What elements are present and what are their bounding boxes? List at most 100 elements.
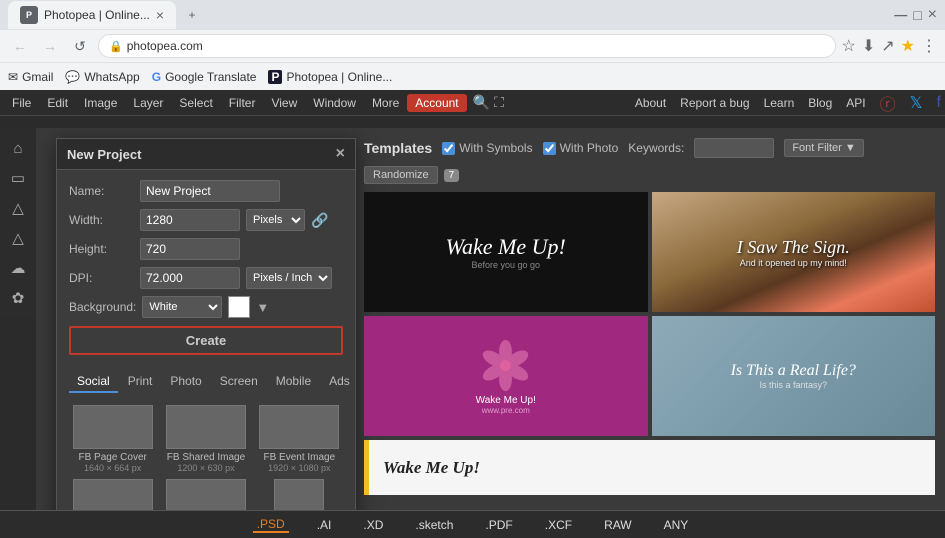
format-ai[interactable]: .AI bbox=[313, 518, 336, 532]
back-btn[interactable]: ← bbox=[8, 34, 32, 58]
tab-social[interactable]: Social bbox=[69, 371, 118, 393]
twitter-icon[interactable]: 𝕏 bbox=[910, 93, 923, 113]
about-link[interactable]: About bbox=[635, 96, 666, 110]
forward-btn[interactable]: → bbox=[38, 34, 62, 58]
tab-photo[interactable]: Photo bbox=[162, 371, 209, 393]
preview-banner[interactable]: Wake Me Up! bbox=[364, 440, 935, 495]
bg-dropdown-icon[interactable]: ▼ bbox=[256, 300, 269, 315]
sidebar-cloud-icon[interactable]: ☁ bbox=[3, 254, 33, 282]
tab-ads[interactable]: Ads bbox=[321, 371, 358, 393]
menu-more[interactable]: More bbox=[364, 94, 407, 112]
tab-close-btn[interactable]: × bbox=[156, 7, 164, 23]
format-any[interactable]: ANY bbox=[660, 518, 693, 532]
with-symbols-checkbox[interactable] bbox=[442, 142, 455, 155]
new-tab-btn[interactable]: + bbox=[180, 3, 204, 27]
bg-select[interactable]: White Black Transparent bbox=[142, 296, 222, 318]
preset-fb-event-image[interactable]: FB Event Image 1920 × 1080 px bbox=[256, 405, 343, 473]
report-bug-link[interactable]: Report a bug bbox=[680, 96, 749, 110]
preview-life[interactable]: Is This a Real Life? Is this a fantasy? bbox=[652, 316, 936, 436]
menu-file[interactable]: File bbox=[4, 94, 39, 112]
width-unit-select[interactable]: Pixels Inches cm bbox=[246, 209, 305, 231]
format-raw[interactable]: RAW bbox=[600, 518, 636, 532]
bookmark-whatsapp[interactable]: 💬 WhatsApp bbox=[65, 70, 139, 84]
with-photo-checkbox-label[interactable]: With Photo bbox=[543, 141, 619, 155]
profile-star-icon: ★ bbox=[901, 36, 915, 56]
tab-favicon: P bbox=[20, 6, 38, 24]
format-sketch[interactable]: .sketch bbox=[411, 518, 457, 532]
gmail-icon: ✉ bbox=[8, 70, 18, 84]
height-input[interactable] bbox=[140, 238, 240, 260]
menu-layer[interactable]: Layer bbox=[125, 94, 171, 112]
format-xd[interactable]: .XD bbox=[359, 518, 387, 532]
menu-account[interactable]: Account bbox=[407, 94, 466, 112]
reddit-icon[interactable]: ⓡ bbox=[880, 91, 896, 115]
menu-select[interactable]: Select bbox=[171, 94, 220, 112]
search-icon[interactable]: 🔍 bbox=[473, 94, 490, 111]
dialog-close-btn[interactable]: × bbox=[336, 145, 345, 163]
bookmarks-bar: ✉ Gmail 💬 WhatsApp G Google Translate P … bbox=[0, 62, 945, 90]
bg-color-swatch[interactable] bbox=[228, 296, 250, 318]
format-pdf[interactable]: .PDF bbox=[481, 518, 516, 532]
template-count-badge: 7 bbox=[444, 169, 460, 182]
randomize-btn[interactable]: Randomize bbox=[364, 166, 438, 184]
preview-saw[interactable]: I Saw The Sign. And it opened up my mind… bbox=[652, 192, 936, 312]
fullscreen-icon[interactable]: ⛶ bbox=[494, 94, 504, 111]
menu-edit[interactable]: Edit bbox=[39, 94, 76, 112]
top-right-links: About Report a bug Learn Blog API ⓡ 𝕏 f bbox=[635, 91, 941, 115]
learn-link[interactable]: Learn bbox=[764, 96, 795, 110]
share-icon[interactable]: ↗ bbox=[881, 36, 894, 56]
preset-fb-page-cover[interactable]: FB Page Cover 1640 × 664 px bbox=[69, 405, 156, 473]
dpi-unit-select[interactable]: Pixels / Inch Pixels / cm bbox=[246, 267, 332, 289]
download-icon[interactable]: ⬇ bbox=[862, 36, 875, 56]
with-photo-checkbox[interactable] bbox=[543, 142, 556, 155]
bookmark-photopea[interactable]: P Photopea | Online... bbox=[268, 70, 392, 84]
api-link[interactable]: API bbox=[846, 96, 865, 110]
sidebar-home-icon[interactable]: ⌂ bbox=[3, 134, 33, 162]
menu-filter[interactable]: Filter bbox=[221, 94, 264, 112]
menu-image[interactable]: Image bbox=[76, 94, 125, 112]
minimize-btn[interactable]: ─ bbox=[894, 5, 907, 26]
preset-insta-story[interactable]: Insta Story 1080 × 1920 px bbox=[256, 479, 343, 510]
preset-fb-group-header[interactable]: FB Group Header 1640 × 855 px bbox=[69, 479, 156, 510]
tab-mobile[interactable]: Mobile bbox=[268, 371, 319, 393]
maximize-btn[interactable]: □ bbox=[913, 7, 921, 23]
sidebar-triangle1-icon[interactable]: △ bbox=[3, 194, 33, 222]
bookmark-gmail[interactable]: ✉ Gmail bbox=[8, 70, 53, 84]
blog-link[interactable]: Blog bbox=[808, 96, 832, 110]
preview-wake-dark[interactable]: Wake Me Up! Before you go go bbox=[364, 192, 648, 312]
main-area: New Project × Name: Width: Pixels Inches… bbox=[36, 128, 945, 510]
sidebar-monitor-icon[interactable]: ▭ bbox=[3, 164, 33, 192]
lock-icon: 🔒 bbox=[109, 40, 123, 53]
refresh-btn[interactable]: ↺ bbox=[68, 34, 92, 58]
sidebar-triangle2-icon[interactable]: △ bbox=[3, 224, 33, 252]
preset-instagram[interactable]: Instagram 1080 × 1080 px bbox=[162, 479, 249, 510]
menu-dots-icon[interactable]: ⋮ bbox=[921, 36, 937, 56]
url-bar[interactable]: 🔒 photopea.com bbox=[98, 34, 836, 58]
template-header: Templates With Symbols With Photo Keywor… bbox=[364, 138, 935, 158]
keywords-input[interactable] bbox=[694, 138, 774, 158]
tab-screen[interactable]: Screen bbox=[212, 371, 266, 393]
format-psd[interactable]: .PSD bbox=[253, 517, 289, 533]
preset-fb-shared-image[interactable]: FB Shared Image 1200 × 630 px bbox=[162, 405, 249, 473]
bookmark-star-icon[interactable]: ☆ bbox=[842, 36, 856, 56]
saw-subtitle: And it opened up my mind! bbox=[737, 258, 850, 268]
font-filter-btn[interactable]: Font Filter ▼ bbox=[784, 139, 863, 157]
create-button[interactable]: Create bbox=[69, 326, 343, 355]
active-tab[interactable]: P Photopea | Online... × bbox=[8, 1, 176, 29]
facebook-icon[interactable]: f bbox=[937, 94, 941, 112]
format-xcf[interactable]: .XCF bbox=[541, 518, 576, 532]
sidebar-flower-icon[interactable]: ✿ bbox=[3, 284, 33, 312]
tab-print[interactable]: Print bbox=[120, 371, 161, 393]
dpi-input[interactable] bbox=[140, 267, 240, 289]
close-btn[interactable]: × bbox=[928, 6, 937, 24]
name-input[interactable] bbox=[140, 180, 280, 202]
create-btn-wrap: Create bbox=[69, 326, 343, 355]
menu-window[interactable]: Window bbox=[305, 94, 364, 112]
dpi-row: DPI: Pixels / Inch Pixels / cm bbox=[69, 267, 343, 289]
templates-section: Templates With Symbols With Photo Keywor… bbox=[364, 138, 935, 500]
bookmark-translate[interactable]: G Google Translate bbox=[152, 70, 257, 84]
with-symbols-checkbox-label[interactable]: With Symbols bbox=[442, 141, 532, 155]
menu-view[interactable]: View bbox=[263, 94, 305, 112]
preview-flower[interactable]: Wake Me Up! www.pre.com bbox=[364, 316, 648, 436]
width-input[interactable] bbox=[140, 209, 240, 231]
